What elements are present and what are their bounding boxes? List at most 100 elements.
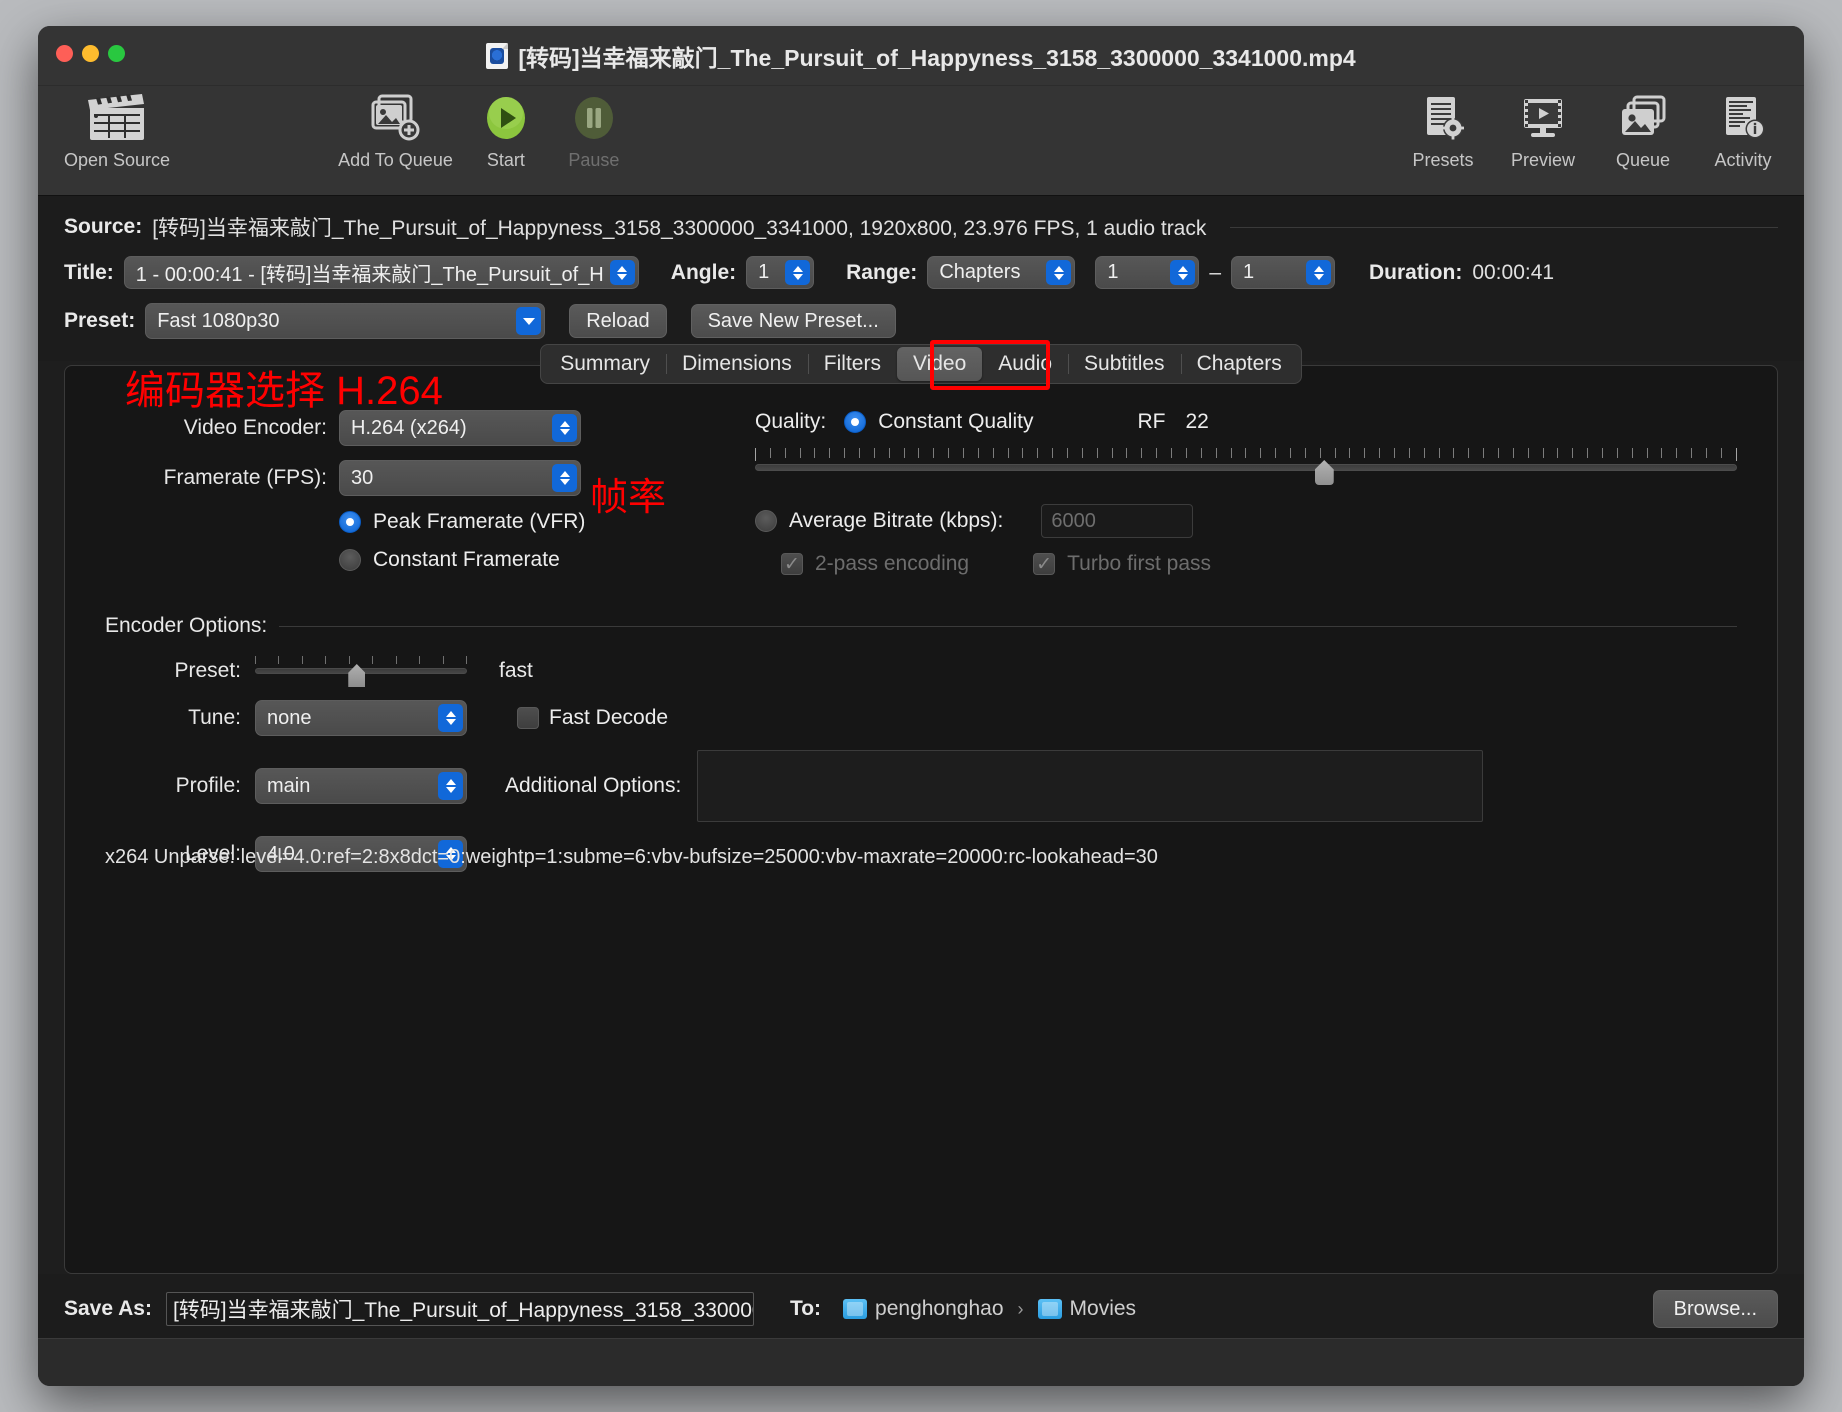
- angle-select-arrows: [785, 260, 811, 285]
- toolbar-open-source-label: Open Source: [64, 150, 171, 170]
- angle-label: Angle:: [670, 260, 737, 284]
- range-from-select[interactable]: 1: [1095, 256, 1200, 289]
- constant-framerate-label: Constant Framerate: [373, 548, 560, 571]
- peak-framerate-label: Peak Framerate (VFR): [373, 510, 586, 533]
- constant-framerate-radio[interactable]: [339, 549, 361, 571]
- range-type-arrows: [1046, 260, 1072, 285]
- handbrake-window: [转码]当幸福来敲门_The_Pursuit_of_Happyness_3158…: [38, 26, 1804, 1386]
- rf-value: 22: [1185, 410, 1209, 433]
- toolbar-preview[interactable]: Preview: [1508, 92, 1578, 171]
- title-row: Title: 1 - 00:00:41 - [转码]当幸福来敲门_The_Pur…: [64, 256, 1778, 289]
- save-new-preset-button[interactable]: Save New Preset...: [690, 304, 896, 338]
- to-label: To:: [789, 1297, 822, 1320]
- additional-options-input[interactable]: [697, 750, 1484, 822]
- toolbar-open-source[interactable]: Open Source: [64, 92, 170, 171]
- x264-unparse-text: x264 Unparse: level=4.0:ref=2:8x8dct=0:w…: [105, 846, 1158, 868]
- rf-label: RF: [1137, 410, 1166, 433]
- queue-icon: [1618, 92, 1668, 144]
- title-label: Title:: [64, 260, 114, 284]
- toolbar-start[interactable]: Start: [471, 92, 541, 171]
- reload-button[interactable]: Reload: [569, 304, 667, 338]
- range-to-arrows: [1306, 260, 1331, 285]
- preset-select[interactable]: Fast 1080p30: [145, 303, 546, 339]
- tune-select[interactable]: none: [255, 700, 467, 736]
- encoder-preset-ticks: [255, 656, 467, 666]
- video-encoder-value: H.264 (x264): [351, 416, 467, 439]
- source-label: Source:: [64, 215, 143, 238]
- range-to-select[interactable]: 1: [1231, 256, 1335, 289]
- rf-slider-ticks: [755, 448, 1737, 461]
- clapperboard-icon: [86, 92, 148, 144]
- preset-select-arrow: [516, 307, 542, 335]
- pass-options-row: 2-pass encoding Turbo first pass: [755, 552, 1737, 576]
- window-controls: [56, 45, 125, 62]
- fast-decode-checkbox[interactable]: [517, 707, 539, 729]
- toolbar-activity[interactable]: Activity: [1708, 92, 1778, 171]
- browse-button[interactable]: Browse...: [1652, 1290, 1778, 1328]
- tune-row: Tune: none Fast Decode: [105, 700, 1737, 736]
- constant-quality-label: Constant Quality: [878, 410, 1034, 433]
- preset-label: Preset:: [64, 309, 136, 332]
- encoder-annotation: 编码器选择 H.264: [125, 369, 443, 413]
- title-select-arrows: [609, 260, 635, 285]
- title-bar: [转码]当幸福来敲门_The_Pursuit_of_Happyness_3158…: [38, 26, 1804, 86]
- preset-select-value: Fast 1080p30: [157, 309, 280, 332]
- constant-quality-radio[interactable]: [844, 411, 867, 433]
- encoder-preset-slider[interactable]: [255, 656, 467, 687]
- title-select[interactable]: 1 - 00:00:41 - [转码]当幸福来敲门_The_Pursuit_of…: [123, 256, 639, 289]
- window-title-wrap: [转码]当幸福来敲门_The_Pursuit_of_Happyness_3158…: [38, 26, 1804, 86]
- video-tab-content: 编码器选择 H.264 帧率 Video Encoder: H.264 (x26…: [65, 366, 1777, 1273]
- additional-options-label: Additional Options:: [505, 774, 682, 797]
- toolbar-queue[interactable]: Queue: [1608, 92, 1678, 171]
- video-encoder-select[interactable]: H.264 (x264): [339, 410, 581, 446]
- two-pass-checkbox[interactable]: [781, 553, 803, 575]
- two-pass-label: 2-pass encoding: [815, 552, 970, 575]
- peak-framerate-radio[interactable]: [339, 511, 361, 533]
- range-type-select[interactable]: Chapters: [927, 256, 1076, 289]
- toolbar-add-to-queue[interactable]: Add To Queue: [338, 92, 453, 171]
- rf-slider-track: [755, 464, 1737, 471]
- encoder-options-divider: [279, 625, 1737, 627]
- profile-select[interactable]: main: [255, 768, 467, 804]
- home-folder-icon: [843, 1299, 868, 1319]
- close-button[interactable]: [56, 45, 73, 62]
- movies-folder-icon: [1037, 1299, 1062, 1319]
- destination-path-home[interactable]: penghonghao: [843, 1297, 1004, 1321]
- maximize-button[interactable]: [108, 45, 125, 62]
- destination-folder-label: Movies: [1069, 1297, 1137, 1320]
- encoder-preset-label: Preset:: [174, 659, 241, 682]
- framerate-arrows: [552, 464, 577, 492]
- document-icon: [486, 43, 509, 69]
- save-as-input[interactable]: [转码]当幸福来敲门_The_Pursuit_of_Happyness_3158…: [165, 1292, 754, 1326]
- profile-label: Profile:: [175, 774, 241, 797]
- range-label: Range:: [846, 260, 918, 284]
- presets-icon: [1419, 92, 1467, 144]
- constant-framerate-row[interactable]: Constant Framerate: [339, 548, 745, 572]
- rf-slider[interactable]: [755, 448, 1737, 488]
- fast-decode-label: Fast Decode: [549, 706, 669, 729]
- destination-path-folder[interactable]: Movies: [1037, 1297, 1137, 1321]
- video-encoder-row: Video Encoder: H.264 (x264): [105, 410, 745, 446]
- tune-arrows: [438, 704, 463, 732]
- encoder-preset-row: Preset: fast: [105, 656, 1737, 687]
- video-encoder-arrows: [552, 414, 577, 442]
- toolbar-presets-label: Presets: [1412, 150, 1474, 170]
- video-encoder-label: Video Encoder:: [183, 416, 327, 439]
- toolbar-queue-label: Queue: [1615, 150, 1671, 170]
- average-bitrate-input[interactable]: 6000: [1041, 504, 1194, 538]
- turbo-first-pass-checkbox[interactable]: [1033, 553, 1056, 575]
- source-value: [转码]当幸福来敲门_The_Pursuit_of_Happyness_3158…: [152, 217, 1207, 240]
- average-bitrate-radio[interactable]: [755, 510, 777, 532]
- framerate-select[interactable]: 30: [339, 460, 581, 496]
- add-to-queue-icon: [367, 92, 423, 144]
- source-row: Source: [转码]当幸福来敲门_The_Pursuit_of_Happyn…: [64, 212, 1778, 242]
- peak-framerate-row[interactable]: Peak Framerate (VFR): [339, 510, 745, 534]
- window-footer: [38, 1338, 1804, 1386]
- toolbar-pause[interactable]: Pause: [559, 92, 629, 171]
- toolbar-add-to-queue-label: Add To Queue: [338, 150, 453, 170]
- toolbar-presets[interactable]: Presets: [1408, 92, 1478, 171]
- minimize-button[interactable]: [82, 45, 99, 62]
- duration-value: 00:00:41: [1472, 260, 1555, 284]
- preview-icon: [1519, 92, 1567, 144]
- angle-select[interactable]: 1: [746, 256, 815, 289]
